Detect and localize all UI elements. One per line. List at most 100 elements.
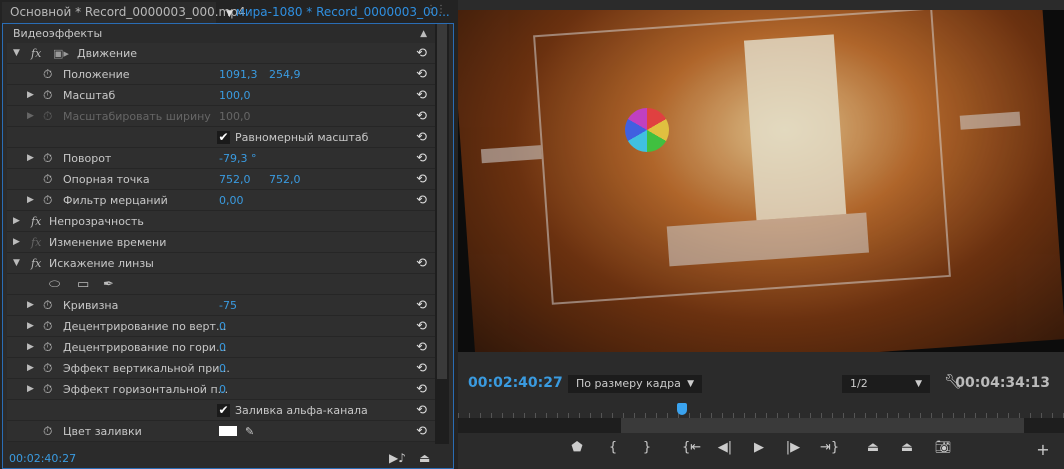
expand-right-icon[interactable]: ▶ — [27, 106, 34, 127]
expand-right-icon[interactable]: ▶ — [27, 316, 34, 337]
stopwatch-icon[interactable]: ⏱ — [43, 169, 52, 190]
transform-icon[interactable]: ▣▸ — [53, 43, 69, 64]
expand-right-icon[interactable]: ▶ — [27, 295, 34, 316]
param-uniform-scale: ✔ Равномерный масштаб ⟲ — [7, 127, 435, 148]
expand-down-icon[interactable]: ▼ — [13, 43, 20, 64]
value[interactable]: 0 — [219, 379, 226, 400]
expand-down-icon[interactable]: ▼ — [13, 253, 20, 274]
effect-lens-distortion[interactable]: ▼ fx Искажение линзы ⟲ — [7, 253, 435, 274]
stopwatch-icon[interactable]: ⏱ — [43, 190, 52, 211]
expand-right-icon[interactable]: ▶ — [27, 85, 34, 106]
playhead[interactable] — [677, 403, 688, 415]
resolution-select[interactable]: 1/2 ▼ — [842, 375, 930, 393]
mark-out-icon[interactable]: } — [638, 440, 656, 455]
extract-icon[interactable]: ⏏ — [898, 440, 916, 455]
go-to-in-icon[interactable]: {⇤ — [682, 440, 701, 455]
playhead-timecode[interactable]: 00:02:40:27 — [468, 375, 563, 391]
uniform-scale-checkbox[interactable]: ✔ — [217, 131, 230, 144]
stopwatch-icon[interactable]: ⏱ — [43, 295, 52, 316]
reset-icon[interactable]: ⟲ — [416, 400, 427, 421]
export-icon[interactable]: ⏏ — [419, 448, 430, 469]
test-mark — [480, 145, 542, 164]
value-x[interactable]: 1091,3 — [219, 64, 258, 85]
value-x[interactable]: 752,0 — [219, 169, 251, 190]
tab-sequence[interactable]: ▼ мира-1080 * Record_0000003_00... — [218, 2, 458, 23]
ellipse-mask-icon[interactable]: ⬭ — [49, 274, 60, 295]
tab-source[interactable]: Основной * Record_0000003_000.mp4 — [2, 2, 245, 23]
tab-sequence-label: мира-1080 * Record_0000003_00... — [235, 5, 450, 19]
reset-icon[interactable]: ⟲ — [416, 337, 427, 358]
expand-right-icon[interactable]: ▶ — [13, 232, 20, 253]
value[interactable]: 100,0 — [219, 85, 251, 106]
stopwatch-icon[interactable]: ⏱ — [43, 85, 52, 106]
stopwatch-icon[interactable]: ⏱ — [43, 64, 52, 85]
expand-right-icon[interactable]: ▶ — [27, 379, 34, 400]
fx-icon[interactable]: fx — [31, 211, 41, 232]
reset-icon[interactable]: ⟲ — [416, 316, 427, 337]
reset-icon[interactable]: ⟲ — [416, 127, 427, 148]
step-forward-icon[interactable]: |▶ — [784, 440, 802, 455]
fx-icon[interactable]: fx — [31, 253, 41, 274]
stopwatch-icon[interactable]: ⏱ — [43, 337, 52, 358]
effect-motion[interactable]: ▼ fx ▣▸ Движение ⟲ — [7, 43, 435, 64]
camera-icon[interactable]: 📷︎ — [934, 440, 952, 455]
value[interactable]: 0 — [219, 337, 226, 358]
value[interactable]: -79,3 ° — [219, 148, 256, 169]
collapse-up-icon[interactable]: ▲ — [420, 25, 427, 43]
reset-icon[interactable]: ⟲ — [416, 421, 427, 442]
value[interactable]: 0 — [219, 358, 226, 379]
scrollbar-thumb[interactable] — [437, 24, 447, 379]
time-ruler[interactable] — [458, 403, 1064, 418]
stopwatch-icon[interactable]: ⏱ — [43, 379, 52, 400]
expand-right-icon[interactable]: ▶ — [27, 337, 34, 358]
reset-icon[interactable]: ⟲ — [416, 253, 427, 274]
reset-icon[interactable]: ⟲ — [416, 43, 427, 64]
expand-right-icon[interactable]: ▶ — [13, 211, 20, 232]
value-y[interactable]: 254,9 — [269, 64, 301, 85]
stopwatch-icon[interactable]: ⏱ — [43, 358, 52, 379]
param-scale: ▶ ⏱ Масштаб 100,0 ⟲ — [7, 85, 435, 106]
pen-mask-icon[interactable]: ✒ — [103, 274, 114, 295]
effect-time-remap[interactable]: ▶ fx Изменение времени — [7, 232, 435, 253]
go-to-out-icon[interactable]: ⇥} — [820, 440, 839, 455]
value[interactable]: 0 — [219, 316, 226, 337]
param-label: Опорная точка — [63, 173, 150, 186]
effect-opacity[interactable]: ▶ fx Непрозрачность — [7, 211, 435, 232]
panel-menu-icon[interactable]: ⋮⋮ — [426, 4, 446, 20]
step-back-icon[interactable]: ◀| — [716, 440, 734, 455]
zoom-range-handle[interactable] — [621, 418, 1024, 433]
alpha-fill-checkbox[interactable]: ✔ — [217, 404, 230, 417]
scrollbar[interactable] — [435, 24, 449, 444]
value[interactable]: -75 — [219, 295, 237, 316]
lift-icon[interactable]: ⏏ — [864, 440, 882, 455]
stopwatch-icon[interactable]: ⏱ — [43, 148, 52, 169]
reset-icon[interactable]: ⟲ — [416, 190, 427, 211]
stopwatch-icon[interactable]: ⏱ — [43, 421, 52, 442]
reset-icon[interactable]: ⟲ — [416, 85, 427, 106]
mark-in-icon[interactable]: { — [604, 440, 622, 455]
value-y[interactable]: 752,0 — [269, 169, 301, 190]
reset-icon[interactable]: ⟲ — [416, 379, 427, 400]
reset-icon[interactable]: ⟲ — [416, 169, 427, 190]
reset-icon[interactable]: ⟲ — [416, 64, 427, 85]
fx-icon[interactable]: fx — [31, 43, 41, 64]
play-icon[interactable]: ▶ — [750, 440, 768, 455]
zoom-scroll-bar[interactable] — [458, 418, 1064, 433]
play-audio-icon[interactable]: ▶♪ — [389, 448, 406, 469]
rectangle-mask-icon[interactable]: ▭ — [77, 274, 89, 295]
reset-icon[interactable]: ⟲ — [416, 148, 427, 169]
reset-icon[interactable]: ⟲ — [416, 358, 427, 379]
param-label: Децентрирование по верт... — [63, 320, 227, 333]
expand-right-icon[interactable]: ▶ — [27, 148, 34, 169]
value[interactable]: 0,00 — [219, 190, 244, 211]
reset-icon[interactable]: ⟲ — [416, 295, 427, 316]
expand-right-icon[interactable]: ▶ — [27, 190, 34, 211]
stopwatch-icon[interactable]: ⏱ — [43, 316, 52, 337]
expand-right-icon[interactable]: ▶ — [27, 358, 34, 379]
color-swatch[interactable] — [219, 426, 237, 436]
eyedropper-icon[interactable]: ✎ — [245, 421, 254, 442]
add-button-icon[interactable]: + — [1034, 440, 1052, 459]
add-marker-icon[interactable]: ⬟ — [568, 440, 586, 455]
zoom-select[interactable]: По размеру кадра ▼ — [568, 375, 702, 393]
reset-icon[interactable]: ⟲ — [416, 106, 427, 127]
